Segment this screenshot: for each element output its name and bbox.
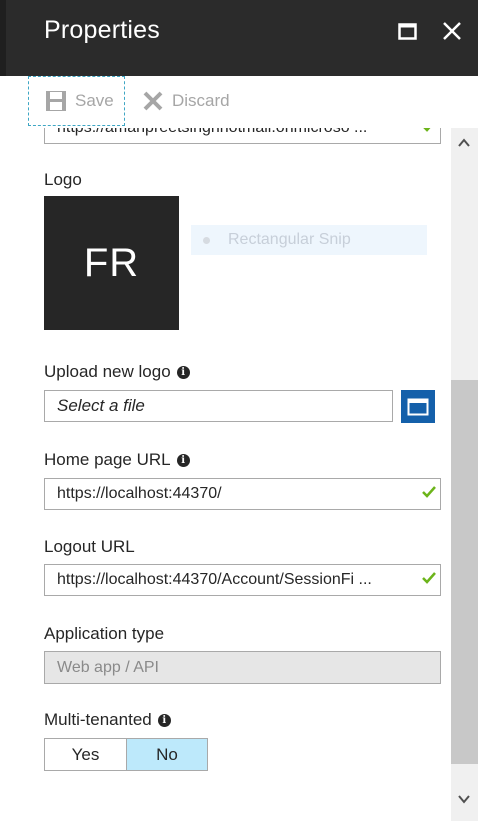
- command-bar: Save Discard: [0, 76, 478, 128]
- maximize-icon[interactable]: [398, 23, 417, 40]
- save-button[interactable]: Save: [28, 76, 125, 126]
- checkmark-icon: [418, 485, 440, 504]
- file-placeholder: Select a file: [57, 396, 145, 415]
- home-page-url-label: Home page URL i: [44, 450, 190, 470]
- folder-icon: [407, 398, 429, 415]
- toggle-yes-option[interactable]: Yes: [44, 738, 126, 771]
- application-type-value: Web app / API: [57, 658, 159, 676]
- home-page-url-value: https://localhost:44370/: [57, 485, 222, 502]
- checkmark-icon: [418, 128, 440, 138]
- blade-title: Properties: [44, 16, 160, 44]
- multi-tenanted-text: Multi-tenanted: [44, 710, 152, 729]
- close-x-icon: [143, 91, 163, 111]
- logout-url-label: Logout URL: [44, 537, 135, 556]
- info-icon[interactable]: i: [176, 453, 190, 467]
- logo-file-input[interactable]: Select a file: [44, 390, 393, 422]
- close-icon[interactable]: [442, 21, 462, 41]
- header-edge: [0, 0, 6, 76]
- logout-url-value: https://localhost:44370/Account/SessionF…: [57, 571, 372, 588]
- scrollbar-thumb[interactable]: [451, 380, 478, 764]
- snip-text: Rectangular Snip: [228, 231, 351, 248]
- checkmark-icon: [418, 571, 440, 590]
- home-page-url-text: Home page URL: [44, 450, 171, 469]
- info-icon[interactable]: i: [176, 365, 190, 379]
- application-type-field: Web app / API: [44, 651, 441, 684]
- scroll-down-icon[interactable]: [457, 792, 471, 806]
- multi-tenanted-toggle: Yes No: [44, 738, 208, 771]
- app-logo: FR: [44, 196, 179, 330]
- properties-form: https://amanpreetsinghhotmail.onmicroso …: [0, 128, 451, 821]
- blade-header: Properties: [0, 0, 478, 76]
- save-icon: [46, 91, 66, 111]
- application-type-label: Application type: [44, 624, 165, 643]
- logout-url-input[interactable]: https://localhost:44370/Account/SessionF…: [44, 564, 441, 596]
- scroll-up-icon[interactable]: [457, 136, 471, 150]
- multi-tenanted-label: Multi-tenanted i: [44, 710, 171, 730]
- home-page-url-input[interactable]: https://localhost:44370/: [44, 478, 441, 510]
- rectangular-snip-overlay: Rectangular Snip: [191, 225, 427, 255]
- toggle-no-option[interactable]: No: [126, 738, 208, 771]
- upload-logo-text: Upload new logo: [44, 362, 171, 381]
- partial-url-field[interactable]: https://amanpreetsinghhotmail.onmicroso …: [44, 128, 441, 144]
- discard-button[interactable]: Discard: [142, 76, 230, 126]
- logo-initials: FR: [83, 240, 140, 285]
- snip-dot-icon: [203, 236, 210, 244]
- partial-url-value: https://amanpreetsinghhotmail.onmicroso …: [57, 128, 418, 137]
- upload-logo-label: Upload new logo i: [44, 362, 190, 382]
- browse-folder-button[interactable]: [401, 390, 435, 423]
- discard-label: Discard: [172, 91, 230, 110]
- vertical-scrollbar[interactable]: [451, 128, 478, 821]
- save-label: Save: [75, 91, 114, 110]
- logo-label: Logo: [44, 170, 82, 189]
- info-icon[interactable]: i: [157, 713, 171, 727]
